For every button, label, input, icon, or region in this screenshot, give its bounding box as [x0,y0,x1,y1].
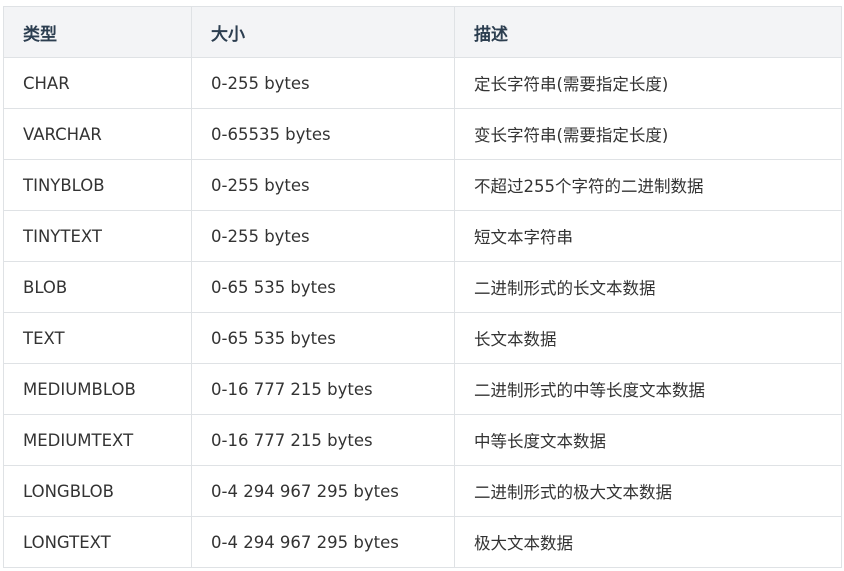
type-cell: LONGTEXT [3,516,192,568]
type-cell: CHAR [3,57,192,109]
table-row: TEXT 0-65 535 bytes 长文本数据 [3,312,842,364]
type-cell: BLOB [3,261,192,313]
size-cell: 0-4 294 967 295 bytes [191,516,455,568]
type-cell: TEXT [3,312,192,364]
type-cell: LONGBLOB [3,465,192,517]
table-row: TINYBLOB 0-255 bytes 不超过255个字符的二进制数据 [3,159,842,211]
description-cell: 极大文本数据 [454,516,842,568]
type-cell: MEDIUMTEXT [3,414,192,466]
header-size: 大小 [191,6,455,58]
description-cell: 短文本字符串 [454,210,842,262]
size-cell: 0-4 294 967 295 bytes [191,465,455,517]
description-cell: 定长字符串(需要指定长度) [454,57,842,109]
type-cell: MEDIUMBLOB [3,363,192,415]
type-cell: TINYTEXT [3,210,192,262]
table-row: LONGTEXT 0-4 294 967 295 bytes 极大文本数据 [3,516,842,568]
table-row: MEDIUMTEXT 0-16 777 215 bytes 中等长度文本数据 [3,414,842,466]
description-cell: 变长字符串(需要指定长度) [454,108,842,160]
header-type: 类型 [3,6,192,58]
size-cell: 0-16 777 215 bytes [191,414,455,466]
size-cell: 0-16 777 215 bytes [191,363,455,415]
table-body: CHAR 0-255 bytes 定长字符串(需要指定长度) VARCHAR 0… [3,57,842,568]
size-cell: 0-255 bytes [191,210,455,262]
size-cell: 0-255 bytes [191,57,455,109]
description-cell: 中等长度文本数据 [454,414,842,466]
description-cell: 二进制形式的中等长度文本数据 [454,363,842,415]
data-types-table-container: 类型 大小 描述 CHAR 0-255 bytes 定长字符串(需要指定长度) … [3,6,842,568]
table-row: VARCHAR 0-65535 bytes 变长字符串(需要指定长度) [3,108,842,160]
type-cell: TINYBLOB [3,159,192,211]
data-types-table: 类型 大小 描述 CHAR 0-255 bytes 定长字符串(需要指定长度) … [3,6,842,568]
description-cell: 二进制形式的极大文本数据 [454,465,842,517]
description-cell: 二进制形式的长文本数据 [454,261,842,313]
table-row: TINYTEXT 0-255 bytes 短文本字符串 [3,210,842,262]
size-cell: 0-65535 bytes [191,108,455,160]
table-header: 类型 大小 描述 [3,6,842,58]
table-row: CHAR 0-255 bytes 定长字符串(需要指定长度) [3,57,842,109]
header-description: 描述 [454,6,842,58]
size-cell: 0-255 bytes [191,159,455,211]
header-row: 类型 大小 描述 [3,6,842,58]
size-cell: 0-65 535 bytes [191,261,455,313]
table-row: MEDIUMBLOB 0-16 777 215 bytes 二进制形式的中等长度… [3,363,842,415]
type-cell: VARCHAR [3,108,192,160]
description-cell: 不超过255个字符的二进制数据 [454,159,842,211]
table-row: LONGBLOB 0-4 294 967 295 bytes 二进制形式的极大文… [3,465,842,517]
table-row: BLOB 0-65 535 bytes 二进制形式的长文本数据 [3,261,842,313]
description-cell: 长文本数据 [454,312,842,364]
size-cell: 0-65 535 bytes [191,312,455,364]
